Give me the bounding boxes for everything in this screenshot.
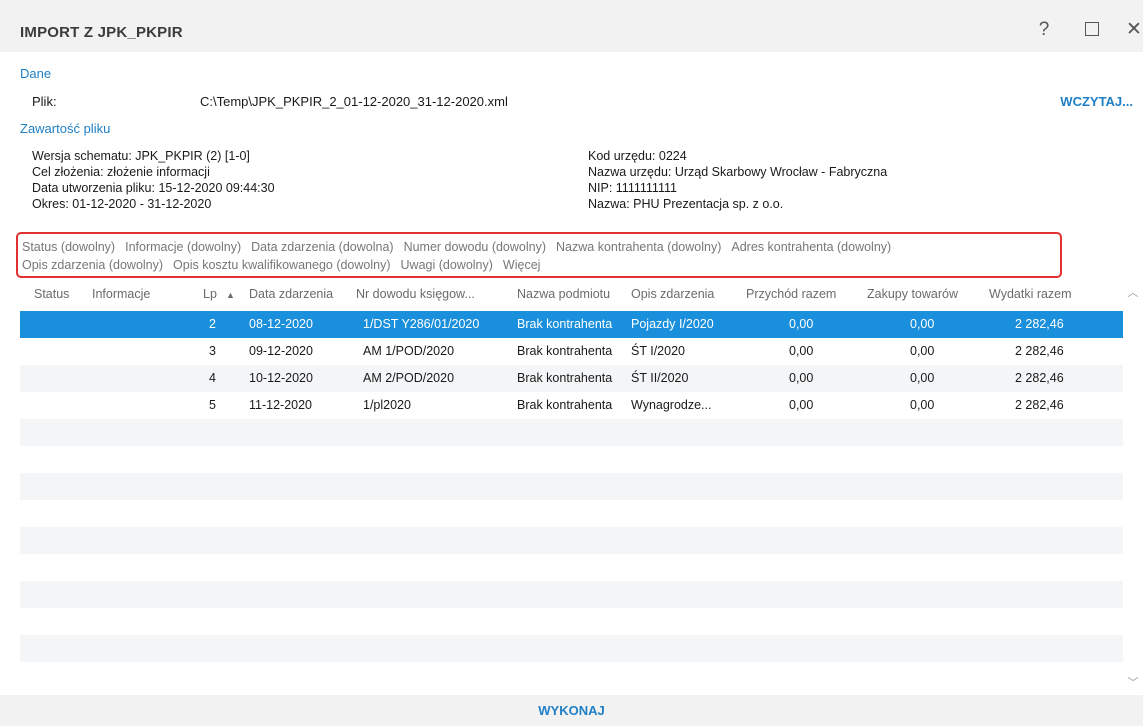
- section-zawartosc: Zawartość pliku: [20, 121, 111, 136]
- table-row[interactable]: 4 10-12-2020 AM 2/POD/2020 Brak kontrahe…: [20, 365, 1123, 392]
- cell-data: 10-12-2020: [249, 371, 313, 385]
- empty-row: [20, 581, 1123, 608]
- file-path-field[interactable]: C:\Temp\JPK_PKPIR_2_01-12-2020_31-12-202…: [200, 92, 1050, 112]
- cell-przychod: 0,00: [789, 317, 814, 331]
- cell-nr-dowodu: 1/pl2020: [363, 398, 411, 412]
- empty-row: [20, 635, 1123, 662]
- empty-row: [20, 446, 1123, 473]
- plik-label: Plik:: [32, 94, 57, 109]
- table-row[interactable]: 2 08-12-2020 1/DST Y286/01/2020 Brak kon…: [20, 311, 1123, 338]
- filter-data-zdarzenia[interactable]: Data zdarzenia (dowolna): [251, 238, 393, 256]
- empty-row: [20, 662, 1123, 689]
- submission-purpose: Cel złożenia: złożenie informacji: [32, 165, 210, 179]
- office-name: Nazwa urzędu: Urząd Skarbowy Wrocław - F…: [588, 165, 888, 179]
- col-opis-zdarzenia[interactable]: Opis zdarzenia: [631, 287, 714, 301]
- col-zakupy-towarow[interactable]: Zakupy towarów: [867, 287, 958, 301]
- cell-zakupy: 0,00: [910, 398, 935, 412]
- cell-nr-dowodu: AM 1/POD/2020: [363, 344, 455, 358]
- grid-header: Status Informacje Lp ▲ Data zdarzenia Nr…: [20, 280, 1123, 310]
- title-bar: IMPORT Z JPK_PKPIR ? ✕: [0, 0, 1143, 52]
- empty-row: [20, 419, 1123, 446]
- cell-data: 09-12-2020: [249, 344, 313, 358]
- sort-ascending-icon: ▲: [226, 290, 235, 300]
- data-grid: Status Informacje Lp ▲ Data zdarzenia Nr…: [20, 280, 1123, 695]
- cell-lp: 3: [209, 344, 216, 358]
- schema-version: Wersja schematu: JPK_PKPIR (2) [1-0]: [32, 149, 250, 163]
- vertical-scrollbar[interactable]: ︿ ﹀: [1123, 280, 1143, 695]
- filter-numer-dowodu[interactable]: Numer dowodu (dowolny): [404, 238, 546, 256]
- col-lp[interactable]: Lp: [203, 287, 217, 301]
- execute-button[interactable]: WYKONAJ: [0, 703, 1143, 718]
- filter-bar: Status (dowolny) Informacje (dowolny) Data…: [16, 232, 1062, 278]
- cell-nazwa: Brak kontrahenta: [517, 398, 613, 412]
- cell-nazwa: Brak kontrahenta: [517, 317, 613, 331]
- window-title: IMPORT Z JPK_PKPIR: [20, 24, 183, 41]
- cell-przychod: 0,00: [789, 344, 814, 358]
- col-nr-dowodu[interactable]: Nr dowodu księgow...: [356, 287, 475, 301]
- maximize-icon: [1085, 22, 1099, 36]
- cell-lp: 5: [209, 398, 216, 412]
- table-row[interactable]: 5 11-12-2020 1/pl2020 Brak kontrahenta W…: [20, 392, 1123, 419]
- col-wydatki-razem[interactable]: Wydatki razem: [989, 287, 1072, 301]
- cell-data: 11-12-2020: [249, 398, 313, 412]
- cell-opis: Pojazdy I/2020: [631, 317, 714, 331]
- nip: NIP: 1111111111: [588, 181, 677, 195]
- help-button[interactable]: ?: [1032, 18, 1056, 42]
- empty-row: [20, 554, 1123, 581]
- cell-wydatki: 2 282,46: [1015, 398, 1064, 412]
- cell-opis: ŚT I/2020: [631, 344, 685, 358]
- cell-wydatki: 2 282,46: [1015, 344, 1064, 358]
- col-nazwa-podmiotu[interactable]: Nazwa podmiotu: [517, 287, 610, 301]
- filter-adres-kontrahenta[interactable]: Adres kontrahenta (dowolny): [731, 238, 891, 256]
- scroll-down-icon[interactable]: ﹀: [1127, 674, 1139, 690]
- empty-row: [20, 527, 1123, 554]
- file-created-date: Data utworzenia pliku: 15-12-2020 09:44:…: [32, 181, 275, 195]
- cell-data: 08-12-2020: [249, 317, 313, 331]
- cell-lp: 4: [209, 371, 216, 385]
- col-status[interactable]: Status: [34, 287, 69, 301]
- filter-opis-kosztu[interactable]: Opis kosztu kwalifikowanego (dowolny): [173, 256, 390, 274]
- empty-row: [20, 500, 1123, 527]
- cell-zakupy: 0,00: [910, 317, 935, 331]
- cell-nr-dowodu: 1/DST Y286/01/2020: [363, 317, 480, 331]
- table-row[interactable]: 3 09-12-2020 AM 1/POD/2020 Brak kontrahe…: [20, 338, 1123, 365]
- cell-nazwa: Brak kontrahenta: [517, 344, 613, 358]
- load-file-button[interactable]: WCZYTAJ...: [1060, 94, 1133, 109]
- cell-wydatki: 2 282,46: [1015, 317, 1064, 331]
- maximize-button[interactable]: [1080, 18, 1104, 42]
- filter-opis-zdarzenia[interactable]: Opis zdarzenia (dowolny): [22, 256, 163, 274]
- file-info-right: Kod urzędu: 0224 Nazwa urzędu: Urząd Ska…: [588, 148, 887, 212]
- filter-status[interactable]: Status (dowolny): [22, 238, 115, 256]
- filter-informacje[interactable]: Informacje (dowolny): [125, 238, 241, 256]
- scroll-up-icon[interactable]: ︿: [1127, 284, 1139, 300]
- cell-przychod: 0,00: [789, 371, 814, 385]
- close-button[interactable]: ✕: [1122, 18, 1143, 42]
- col-informacje[interactable]: Informacje: [92, 287, 150, 301]
- period: Okres: 01-12-2020 - 31-12-2020: [32, 197, 212, 211]
- cell-przychod: 0,00: [789, 398, 814, 412]
- company-name: Nazwa: PHU Prezentacja sp. z o.o.: [588, 197, 784, 211]
- col-data-zdarzenia[interactable]: Data zdarzenia: [249, 287, 333, 301]
- cell-nazwa: Brak kontrahenta: [517, 371, 613, 385]
- cell-zakupy: 0,00: [910, 344, 935, 358]
- file-info-left: Wersja schematu: JPK_PKPIR (2) [1-0] Cel…: [32, 148, 275, 212]
- cell-wydatki: 2 282,46: [1015, 371, 1064, 385]
- filter-wiecej[interactable]: Więcej: [503, 256, 541, 274]
- section-dane: Dane: [20, 66, 52, 81]
- cell-lp: 2: [209, 317, 216, 331]
- cell-opis: Wynagrodze...: [631, 398, 712, 412]
- col-przychod-razem[interactable]: Przychód razem: [746, 287, 836, 301]
- filter-nazwa-kontrahenta[interactable]: Nazwa kontrahenta (dowolny): [556, 238, 721, 256]
- empty-row: [20, 473, 1123, 500]
- office-code: Kod urzędu: 0224: [588, 149, 687, 163]
- cell-opis: ŚT II/2020: [631, 371, 689, 385]
- filter-uwagi[interactable]: Uwagi (dowolny): [401, 256, 493, 274]
- footer-bar: WYKONAJ: [0, 695, 1143, 726]
- empty-row: [20, 608, 1123, 635]
- cell-zakupy: 0,00: [910, 371, 935, 385]
- cell-nr-dowodu: AM 2/POD/2020: [363, 371, 455, 385]
